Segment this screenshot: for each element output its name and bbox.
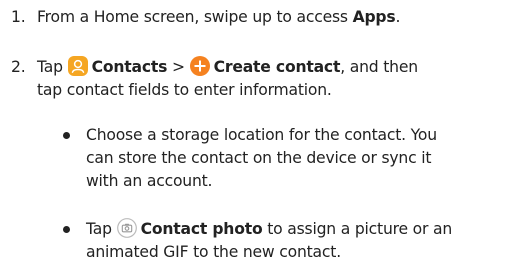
bullet-1-marker	[63, 132, 70, 139]
bullet-1-line-3: with an account.	[86, 172, 213, 190]
step-2-tap: Tap	[37, 58, 63, 76]
bullet-1-line-1: Choose a storage location for the contac…	[86, 126, 437, 144]
step-2-line-1: Tap Contacts > Create contact, and then	[37, 56, 418, 78]
camera-icon	[116, 218, 137, 238]
contact-photo-label: Contact photo	[140, 220, 263, 238]
step-1-number: 1.	[11, 8, 26, 26]
step-2-line-1-after: , and then	[340, 58, 418, 76]
bullet-2-tap: Tap	[86, 220, 112, 238]
contacts-app-icon	[67, 56, 88, 76]
bullet-2-line-1: Tap Contact photo to assign a picture or…	[86, 218, 452, 240]
bullet-2-line-2: animated GIF to the new contact.	[86, 243, 341, 261]
step-2-separator: >	[171, 58, 185, 76]
step-2-line-2: tap contact fields to enter information.	[37, 81, 332, 99]
plus-circle-icon	[189, 56, 210, 76]
step-1-text-before: From a Home screen, swipe up to access	[37, 8, 353, 26]
step-1-text-after: .	[395, 8, 401, 26]
create-contact-label: Create contact	[213, 58, 341, 76]
step-2-number: 2.	[11, 58, 26, 76]
bullet-2-marker	[63, 226, 70, 233]
step-1-text: From a Home screen, swipe up to access A…	[37, 6, 400, 28]
bullet-1-line-2: can store the contact on the device or s…	[86, 149, 432, 167]
instruction-document: 1. From a Home screen, swipe up to acces…	[0, 0, 511, 274]
apps-label: Apps	[352, 8, 396, 26]
contacts-label: Contacts	[91, 58, 168, 76]
bullet-2-line-1-after: to assign a picture or an	[262, 220, 453, 238]
